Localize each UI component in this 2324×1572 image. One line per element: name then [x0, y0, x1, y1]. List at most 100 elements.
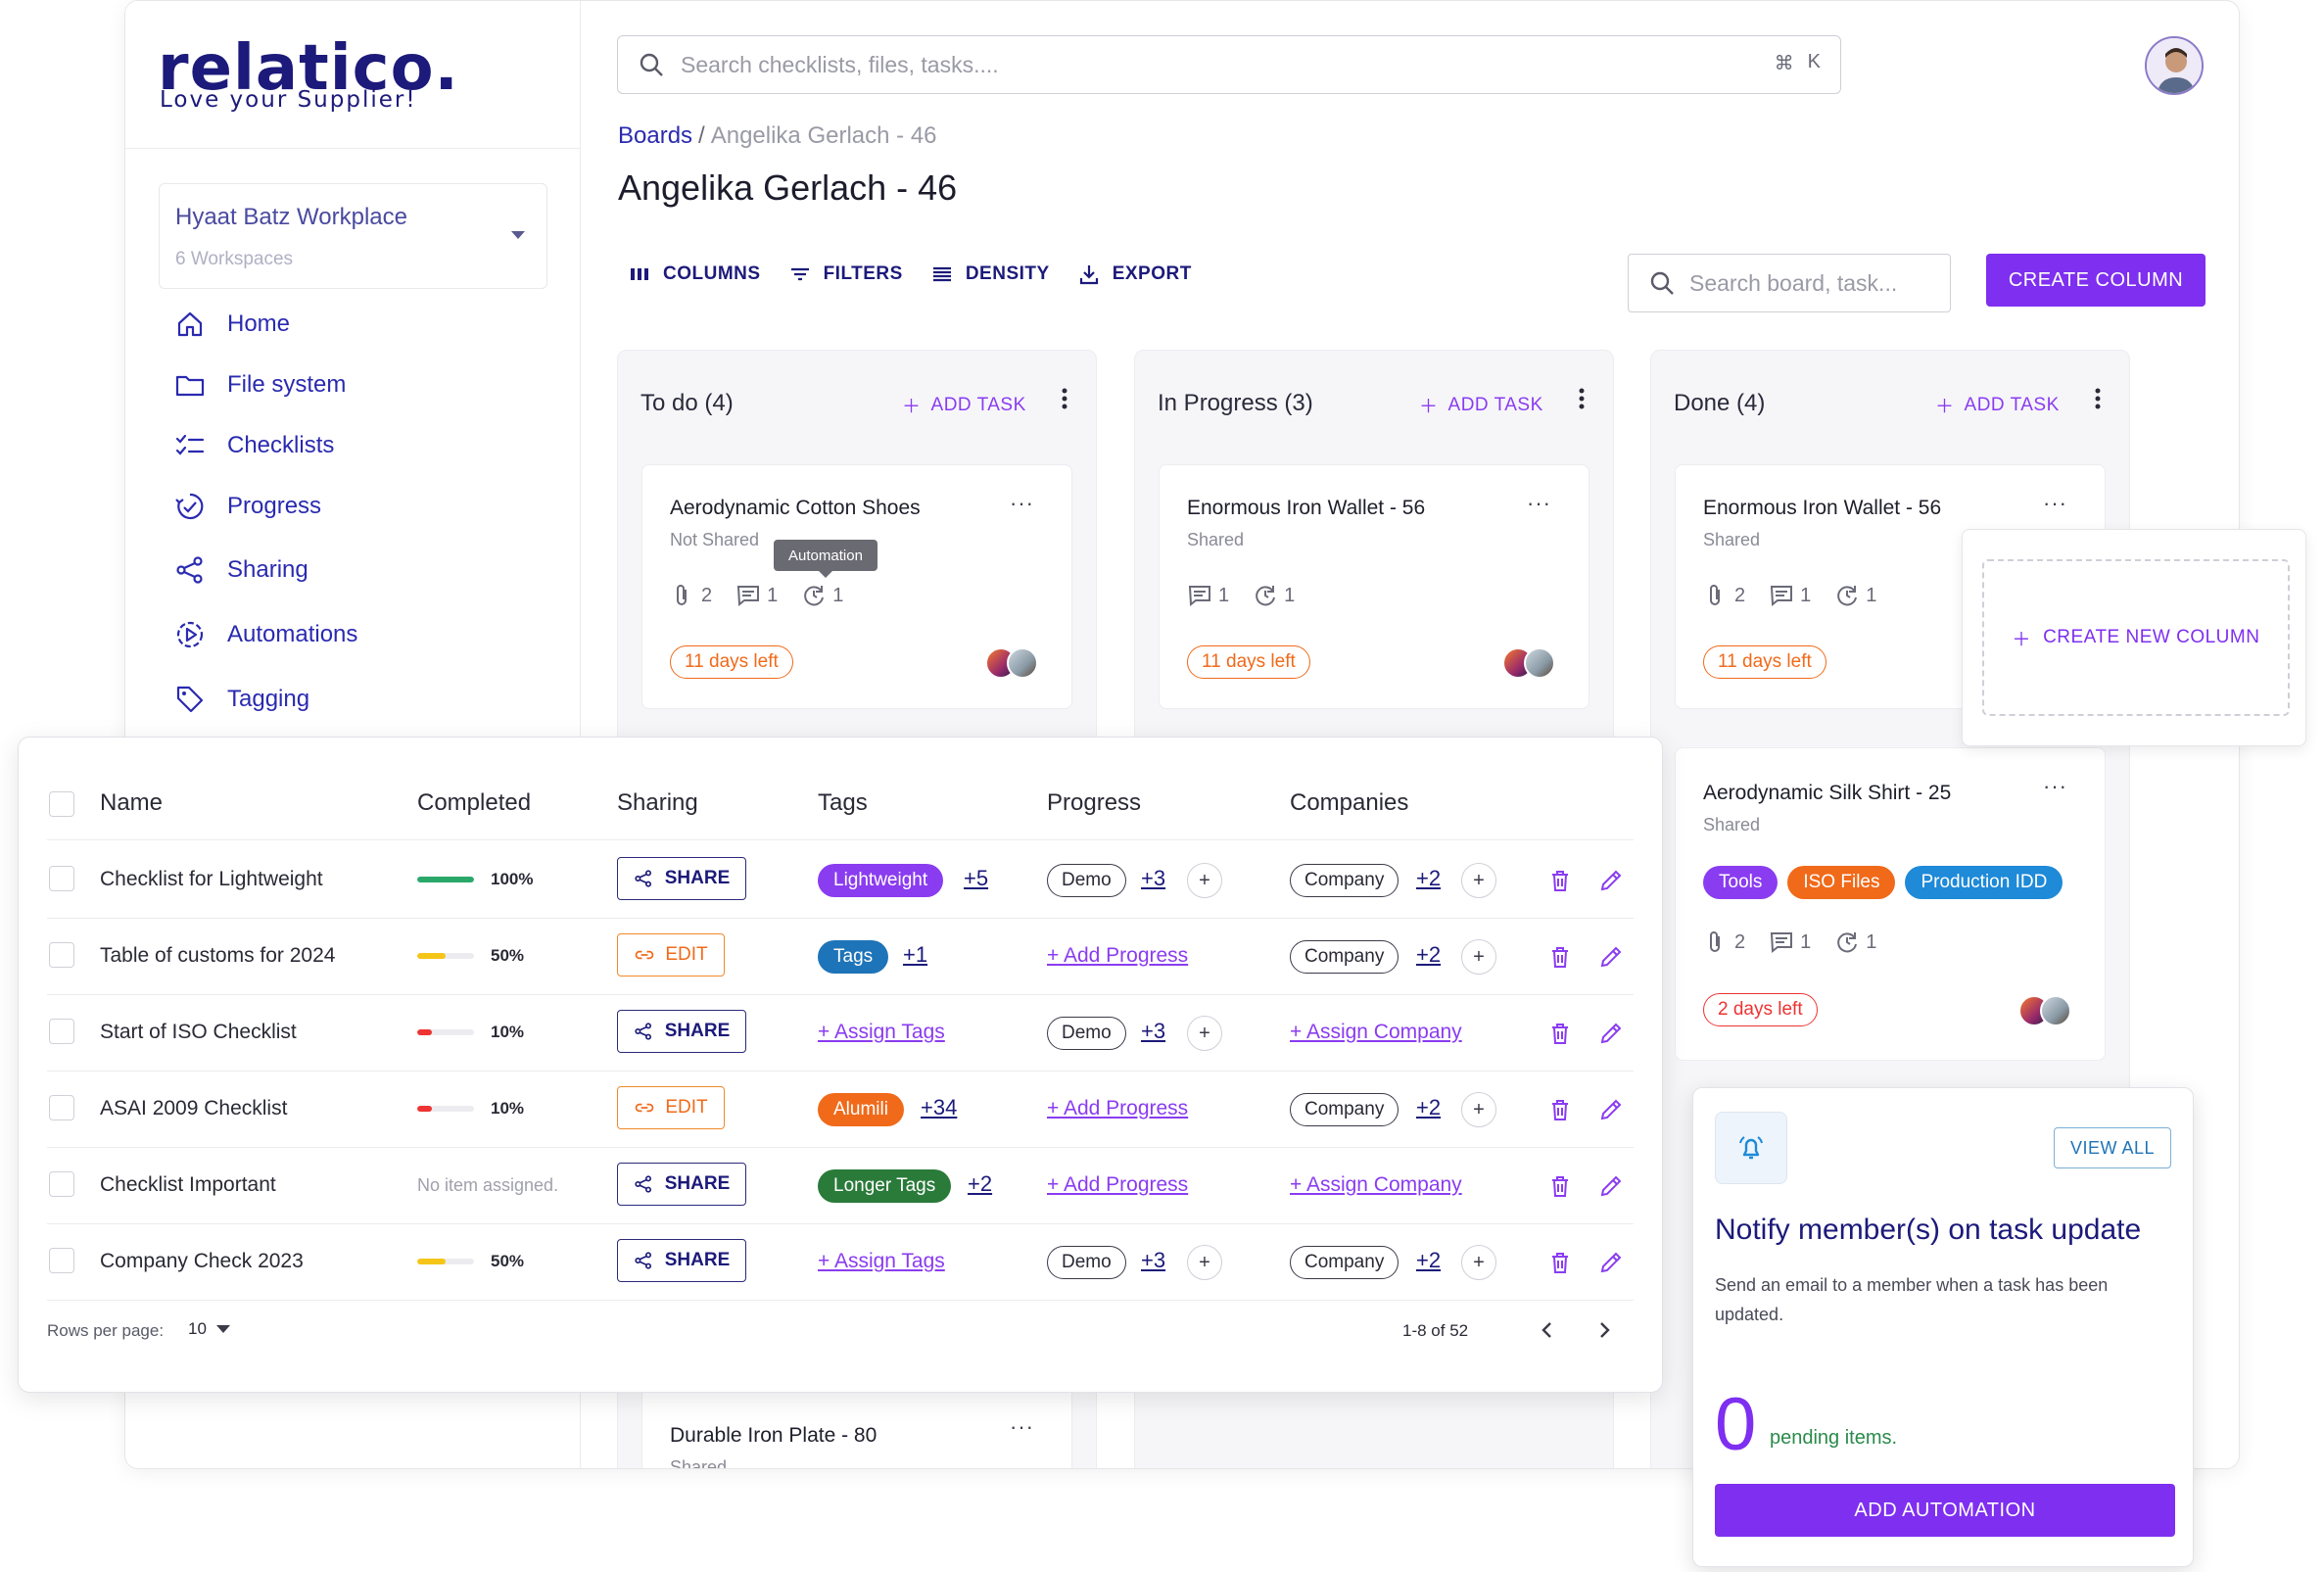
assignee-avatars[interactable] [2018, 995, 2071, 1026]
task-card[interactable]: Aerodynamic Silk Shirt - 25 Shared ··· T… [1675, 747, 2106, 1061]
chevron-right-icon[interactable] [1592, 1318, 1616, 1342]
add-task-button[interactable]: ＋ ADD TASK [1419, 392, 1543, 418]
more-vertical-icon[interactable] [1062, 388, 1067, 409]
add-progress-link[interactable]: + Add Progress [1047, 1173, 1188, 1197]
create-new-column-button[interactable]: ＋ CREATE NEW COLUMN [1982, 559, 2290, 716]
trash-icon[interactable] [1545, 1095, 1575, 1124]
task-card[interactable]: Aerodynamic Cotton Shoes Not Shared ··· … [641, 464, 1072, 709]
more-companies-link[interactable]: +2 [1416, 1095, 1441, 1120]
rows-per-page-select[interactable]: 10 [188, 1319, 230, 1339]
more-companies-link[interactable]: +2 [1416, 866, 1441, 891]
add-progress-link[interactable]: + Add Progress [1047, 1097, 1188, 1120]
progress-pill[interactable]: Demo [1047, 1017, 1126, 1050]
trash-icon[interactable] [1545, 1248, 1575, 1277]
user-avatar[interactable] [2145, 36, 2204, 95]
pencil-icon[interactable] [1596, 942, 1626, 972]
sidebar-item-tagging[interactable]: Tagging [174, 680, 309, 719]
trash-icon[interactable] [1545, 866, 1575, 895]
row-name[interactable]: Company Check 2023 [100, 1250, 304, 1273]
column-header-tags[interactable]: Tags [818, 789, 868, 817]
row-checkbox[interactable] [49, 1171, 74, 1197]
more-companies-link[interactable]: +2 [1416, 942, 1441, 968]
row-name[interactable]: Checklist for Lightweight [100, 868, 323, 891]
assignee-avatars[interactable] [985, 647, 1038, 679]
more-horizontal-icon[interactable]: ··· [2043, 491, 2067, 516]
row-name[interactable]: Table of customs for 2024 [100, 944, 335, 968]
pencil-icon[interactable] [1596, 1019, 1626, 1048]
progress-pill[interactable]: Demo [1047, 864, 1126, 897]
sidebar-item-home[interactable]: Home [174, 305, 290, 344]
add-company-button[interactable]: + [1461, 1092, 1496, 1127]
more-tags-link[interactable]: +34 [921, 1095, 957, 1120]
company-pill[interactable]: Company [1290, 864, 1399, 897]
assign-company-link[interactable]: + Assign Company [1290, 1021, 1462, 1044]
density-button[interactable]: DENSITY [930, 262, 1050, 286]
more-tags-link[interactable]: +2 [968, 1171, 992, 1197]
tag-chip[interactable]: Alumili [818, 1093, 904, 1126]
edit-sharing-button[interactable]: EDIT [617, 1086, 725, 1129]
tag-chip[interactable]: Longer Tags [818, 1169, 952, 1203]
column-header-name[interactable]: Name [100, 789, 163, 817]
pencil-icon[interactable] [1596, 1095, 1626, 1124]
chevron-left-icon[interactable] [1536, 1318, 1559, 1342]
row-checkbox[interactable] [49, 866, 74, 891]
trash-icon[interactable] [1545, 1171, 1575, 1201]
sidebar-item-automations[interactable]: Automations [174, 615, 357, 654]
task-card[interactable]: Durable Iron Plate - 80 Shared ··· [641, 1384, 1072, 1468]
add-task-button[interactable]: ＋ ADD TASK [902, 392, 1026, 418]
more-horizontal-icon[interactable]: ··· [1010, 491, 1034, 516]
share-button[interactable]: SHARE [617, 857, 746, 900]
add-task-button[interactable]: ＋ ADD TASK [1935, 392, 2060, 418]
trash-icon[interactable] [1545, 1019, 1575, 1048]
column-header-completed[interactable]: Completed [417, 789, 531, 817]
more-tags-link[interactable]: +5 [964, 866, 988, 891]
add-progress-button[interactable]: + [1187, 863, 1222, 898]
row-name[interactable]: Checklist Important [100, 1173, 276, 1197]
more-vertical-icon[interactable] [1579, 388, 1585, 409]
more-companies-link[interactable]: +2 [1416, 1248, 1441, 1273]
task-card[interactable]: Enormous Iron Wallet - 56 Shared ··· 1 1… [1159, 464, 1589, 709]
sidebar-item-sharing[interactable]: Sharing [174, 550, 308, 590]
trash-icon[interactable] [1545, 942, 1575, 972]
add-automation-button[interactable]: ADD AUTOMATION [1715, 1484, 2175, 1537]
filters-button[interactable]: FILTERS [788, 262, 903, 286]
add-progress-button[interactable]: + [1187, 1245, 1222, 1280]
column-header-companies[interactable]: Companies [1290, 789, 1408, 817]
tag-chip[interactable]: Tools [1703, 866, 1779, 899]
automations-count[interactable]: 1 [1253, 583, 1295, 608]
pencil-icon[interactable] [1596, 866, 1626, 895]
sidebar-item-progress[interactable]: Progress [174, 487, 321, 526]
automations-count[interactable]: 1 [1834, 929, 1876, 955]
export-button[interactable]: EXPORT [1077, 262, 1192, 286]
progress-pill[interactable]: Demo [1047, 1246, 1126, 1279]
tag-chip[interactable]: Tags [818, 940, 889, 974]
more-vertical-icon[interactable] [2095, 388, 2101, 409]
more-horizontal-icon[interactable]: ··· [2043, 774, 2067, 799]
row-checkbox[interactable] [49, 1019, 74, 1044]
pencil-icon[interactable] [1596, 1248, 1626, 1277]
row-checkbox[interactable] [49, 1095, 74, 1120]
column-header-sharing[interactable]: Sharing [617, 789, 698, 817]
assign-tags-link[interactable]: + Assign Tags [818, 1021, 945, 1044]
tag-chip[interactable]: ISO Files [1787, 866, 1896, 899]
row-name[interactable]: ASAI 2009 Checklist [100, 1097, 287, 1120]
company-pill[interactable]: Company [1290, 1093, 1399, 1126]
tag-chip[interactable]: Lightweight [818, 864, 944, 897]
company-pill[interactable]: Company [1290, 1246, 1399, 1279]
create-column-button[interactable]: CREATE COLUMN [1986, 254, 2205, 307]
more-tags-link[interactable]: +1 [903, 942, 927, 968]
more-horizontal-icon[interactable]: ··· [1527, 491, 1551, 516]
share-button[interactable]: SHARE [617, 1010, 746, 1053]
breadcrumb-boards-link[interactable]: Boards [618, 122, 692, 149]
company-pill[interactable]: Company [1290, 940, 1399, 974]
more-progress-link[interactable]: +3 [1141, 1248, 1165, 1273]
assignee-avatars[interactable] [1502, 647, 1555, 679]
row-checkbox[interactable] [49, 1248, 74, 1273]
share-button[interactable]: SHARE [617, 1163, 746, 1206]
sidebar-item-checklists[interactable]: Checklists [174, 426, 334, 465]
column-header-progress[interactable]: Progress [1047, 789, 1141, 817]
sidebar-item-file-system[interactable]: File system [174, 365, 346, 405]
row-checkbox[interactable] [49, 942, 74, 968]
add-company-button[interactable]: + [1461, 863, 1496, 898]
share-button[interactable]: SHARE [617, 1239, 746, 1282]
